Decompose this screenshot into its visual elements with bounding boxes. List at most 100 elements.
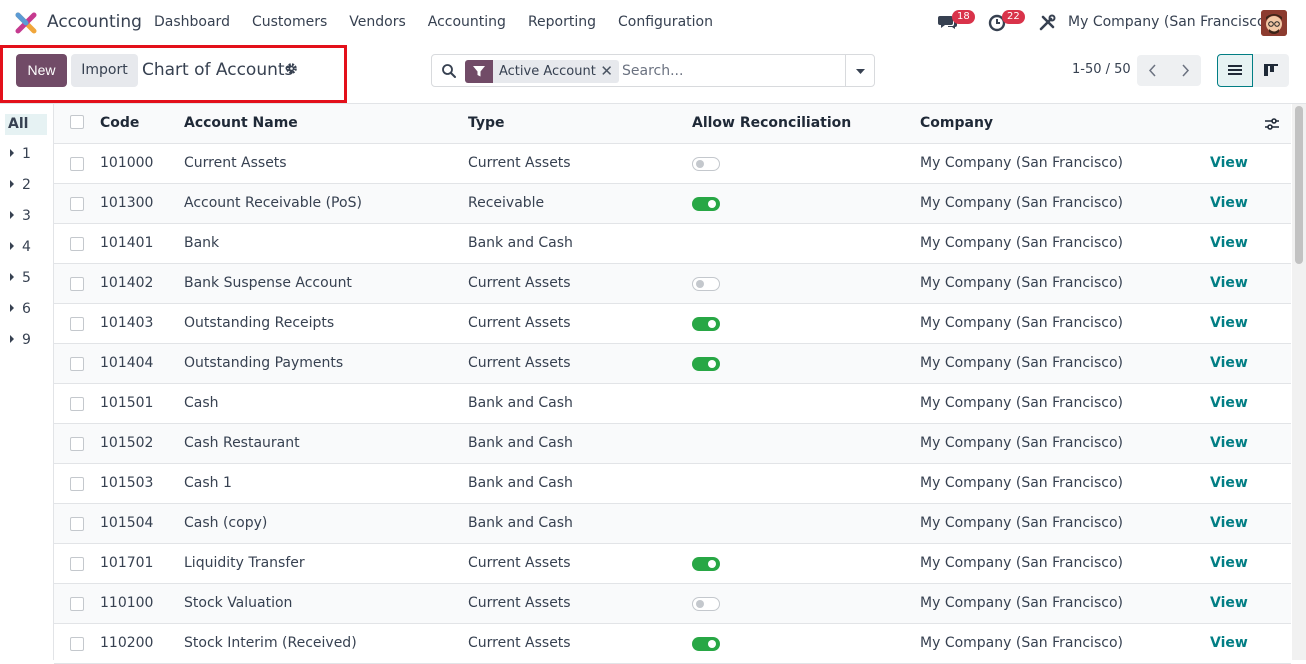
view-button[interactable]: View [1210,555,1248,571]
allow-reconciliation-toggle[interactable] [692,317,720,331]
table-row[interactable]: 101701 Liquidity Transfer Current Assets… [54,544,1291,584]
gear-icon[interactable] [285,62,298,75]
accounting-app-icon[interactable] [15,12,37,34]
pager-value[interactable]: 1-50 / 50 [1072,62,1131,77]
kanban-view-button[interactable] [1253,54,1289,87]
menu-customers[interactable]: Customers [252,14,327,30]
view-button[interactable]: View [1210,395,1248,411]
side-item-group-1[interactable]: 1 [10,146,31,162]
side-item-group-5[interactable]: 5 [10,270,31,286]
toggle-switch[interactable] [692,277,720,291]
account-name: Outstanding Payments [184,355,344,371]
view-button[interactable]: View [1210,355,1248,371]
app-name[interactable]: Accounting [47,12,142,32]
view-button[interactable]: View [1210,435,1248,451]
menu-accounting[interactable]: Accounting [428,14,506,30]
table-row[interactable]: 101502 Cash Restaurant Bank and Cash My … [54,424,1291,464]
row-checkbox[interactable] [70,157,84,171]
table-row[interactable]: 101300 Account Receivable (PoS) Receivab… [54,184,1291,224]
row-checkbox[interactable] [70,637,84,651]
allow-reconciliation-toggle[interactable] [692,157,720,171]
view-button[interactable]: View [1210,155,1248,171]
allow-reconciliation-toggle[interactable] [692,557,720,571]
row-checkbox[interactable] [70,237,84,251]
side-item-group-9[interactable]: 9 [10,332,31,348]
allow-reconciliation-toggle[interactable] [692,637,720,651]
table-row[interactable]: 110200 Stock Interim (Received) Current … [54,624,1291,664]
allow-reconciliation-toggle[interactable] [692,197,720,211]
row-checkbox[interactable] [70,357,84,371]
search-options-toggle[interactable] [845,55,874,86]
view-button[interactable]: View [1210,475,1248,491]
account-name: Cash Restaurant [184,435,300,451]
row-checkbox[interactable] [70,477,84,491]
toggle-knob [696,600,704,608]
table-row[interactable]: 101501 Cash Bank and Cash My Company (Sa… [54,384,1291,424]
optional-columns-icon[interactable] [1264,117,1280,131]
vertical-scrollbar[interactable] [1292,104,1306,660]
side-item-all[interactable]: All [5,114,47,135]
pager-next-button[interactable] [1169,55,1201,86]
toggle-switch[interactable] [692,317,720,331]
side-item-group-4[interactable]: 4 [10,239,31,255]
toggle-switch[interactable] [692,357,720,371]
allow-reconciliation-toggle[interactable] [692,277,720,291]
facet-remove-icon[interactable]: ✕ [600,60,613,83]
view-button[interactable]: View [1210,195,1248,211]
row-checkbox[interactable] [70,437,84,451]
toggle-switch[interactable] [692,197,720,211]
scrollbar-thumb[interactable] [1295,106,1303,264]
row-checkbox[interactable] [70,277,84,291]
row-checkbox[interactable] [70,197,84,211]
user-avatar[interactable] [1261,10,1287,36]
side-item-group-3[interactable]: 3 [10,208,31,224]
column-header-company[interactable]: Company [920,115,993,131]
list-view-button[interactable] [1217,54,1253,87]
column-header-code[interactable]: Code [100,115,139,131]
toggle-switch[interactable] [692,557,720,571]
view-button[interactable]: View [1210,635,1248,651]
table-row[interactable]: 101402 Bank Suspense Account Current Ass… [54,264,1291,304]
column-header-account-name[interactable]: Account Name [184,115,298,131]
select-all-checkbox[interactable] [70,115,84,129]
menu-configuration[interactable]: Configuration [618,14,713,30]
view-button[interactable]: View [1210,515,1248,531]
pager-previous-button[interactable] [1137,55,1169,86]
company-switcher[interactable]: My Company (San Francisco) [1068,14,1271,30]
side-item-group-6[interactable]: 6 [10,301,31,317]
view-button[interactable]: View [1210,315,1248,331]
toggle-switch[interactable] [692,597,720,611]
allow-reconciliation-toggle[interactable] [692,597,720,611]
menu-dashboard[interactable]: Dashboard [154,14,230,30]
table-row[interactable]: 101403 Outstanding Receipts Current Asse… [54,304,1291,344]
allow-reconciliation-toggle[interactable] [692,357,720,371]
messages-button[interactable]: 18 [938,10,975,35]
table-row[interactable]: 101503 Cash 1 Bank and Cash My Company (… [54,464,1291,504]
view-button[interactable]: View [1210,275,1248,291]
row-checkbox[interactable] [70,517,84,531]
search-icon[interactable] [441,63,457,79]
activities-button[interactable]: 22 [988,10,1025,37]
view-button[interactable]: View [1210,595,1248,611]
row-checkbox[interactable] [70,397,84,411]
toggle-switch[interactable] [692,637,720,651]
column-header-allow-reconciliation[interactable]: Allow Reconciliation [692,115,851,131]
import-button[interactable]: Import [71,54,138,87]
view-button[interactable]: View [1210,235,1248,251]
table-row[interactable]: 110100 Stock Valuation Current Assets My… [54,584,1291,624]
table-row[interactable]: 101404 Outstanding Payments Current Asse… [54,344,1291,384]
side-item-group-2[interactable]: 2 [10,177,31,193]
debug-tools-button[interactable] [1038,14,1056,36]
column-header-type[interactable]: Type [468,115,505,131]
row-checkbox[interactable] [70,317,84,331]
toggle-switch[interactable] [692,157,720,171]
table-row[interactable]: 101504 Cash (copy) Bank and Cash My Comp… [54,504,1291,544]
table-row[interactable]: 101401 Bank Bank and Cash My Company (Sa… [54,224,1291,264]
row-checkbox[interactable] [70,557,84,571]
table-row[interactable]: 101000 Current Assets Current Assets My … [54,144,1291,184]
menu-vendors[interactable]: Vendors [349,14,405,30]
new-button[interactable]: New [16,54,67,87]
menu-reporting[interactable]: Reporting [528,14,596,30]
row-checkbox[interactable] [70,597,84,611]
search-input[interactable] [622,61,842,81]
